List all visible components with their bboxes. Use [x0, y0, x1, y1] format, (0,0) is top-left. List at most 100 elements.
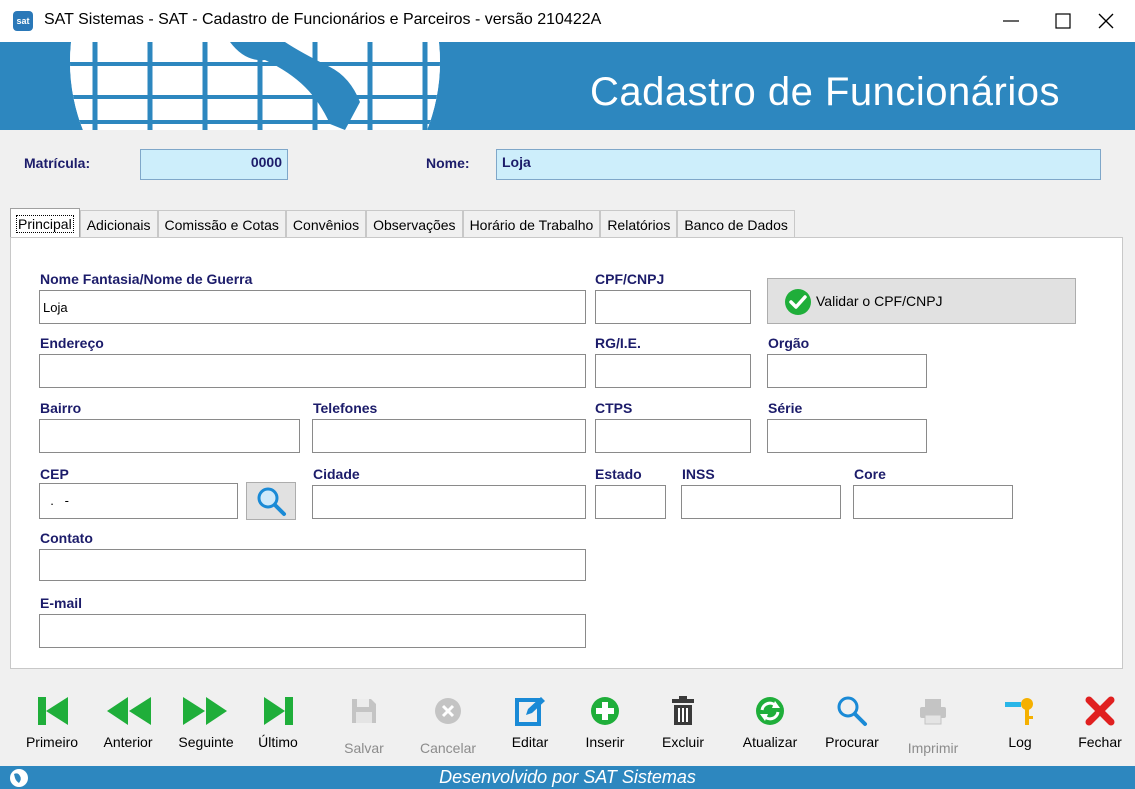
ultimo-button[interactable]: Último — [248, 690, 308, 756]
nome-fantasia-field[interactable]: Loja — [39, 290, 586, 324]
email-field[interactable] — [39, 614, 586, 648]
inss-field[interactable] — [681, 485, 841, 519]
contato-field[interactable] — [39, 549, 586, 581]
inserir-label: Inserir — [585, 734, 625, 750]
last-record-icon — [264, 697, 293, 725]
editar-label: Editar — [511, 734, 549, 750]
endereco-field[interactable] — [39, 354, 586, 388]
contato-label: Contato — [40, 530, 93, 546]
seguinte-label: Seguinte — [178, 734, 234, 750]
nome-fantasia-label: Nome Fantasia/Nome de Guerra — [40, 271, 253, 287]
inss-label: INSS — [682, 466, 715, 482]
imprimir-button[interactable]: Imprimir — [898, 690, 968, 756]
anterior-label: Anterior — [103, 734, 153, 750]
anterior-button[interactable]: Anterior — [90, 690, 166, 756]
magnifier-icon — [257, 487, 286, 516]
tab-banco-de-dados[interactable]: Banco de Dados — [677, 210, 795, 238]
header-banner: Cadastro de Funcionários — [0, 42, 1135, 130]
close-icon — [1098, 13, 1114, 29]
cep-search-button[interactable] — [246, 482, 296, 520]
fechar-label: Fechar — [1078, 734, 1122, 750]
cep-field[interactable]: . - — [39, 483, 238, 519]
minimize-button[interactable] — [985, 0, 1037, 42]
search-icon — [837, 696, 867, 726]
cidade-label: Cidade — [313, 466, 360, 482]
rg-ie-label: RG/I.E. — [595, 335, 641, 351]
refresh-icon — [756, 697, 784, 725]
globe-logo — [70, 42, 440, 130]
nome-field[interactable]: Loja — [496, 149, 1101, 180]
fechar-button[interactable]: Fechar — [1068, 690, 1132, 756]
telefones-field[interactable] — [312, 419, 586, 453]
trash-icon — [672, 696, 694, 725]
seguinte-button[interactable]: Seguinte — [166, 690, 246, 756]
ctps-field[interactable] — [595, 419, 751, 453]
serie-field[interactable] — [767, 419, 927, 453]
excluir-button[interactable]: Excluir — [648, 690, 718, 756]
maximize-icon — [1055, 13, 1071, 29]
tab-adicionais[interactable]: Adicionais — [79, 210, 158, 238]
cpf-cnpj-field[interactable] — [595, 290, 751, 324]
app-icon: sat — [13, 11, 33, 31]
add-icon — [591, 697, 619, 725]
tab-horario-de-trabalho[interactable]: Horário de Trabalho — [462, 210, 601, 238]
matricula-field[interactable]: 0000 — [140, 149, 288, 180]
rg-ie-field[interactable] — [595, 354, 751, 388]
first-record-icon — [38, 697, 68, 725]
next-record-icon — [183, 697, 227, 725]
ultimo-label: Último — [258, 734, 298, 750]
bairro-field[interactable] — [39, 419, 300, 453]
status-bar: Desenvolvido por SAT Sistemas — [0, 766, 1135, 789]
status-text: Desenvolvido por SAT Sistemas — [439, 767, 696, 787]
nome-label: Nome: — [426, 155, 470, 171]
imprimir-label: Imprimir — [907, 740, 959, 756]
previous-record-icon — [107, 697, 151, 725]
ctps-label: CTPS — [595, 400, 633, 416]
matricula-label: Matrícula: — [24, 155, 91, 171]
save-icon — [352, 699, 376, 723]
editar-button[interactable]: Editar — [500, 690, 560, 756]
estado-field[interactable] — [595, 485, 666, 519]
tab-comissao-e-cotas[interactable]: Comissão e Cotas — [157, 210, 286, 238]
minimize-icon — [1003, 20, 1019, 22]
telefones-label: Telefones — [313, 400, 378, 416]
core-field[interactable] — [853, 485, 1013, 519]
tab-principal[interactable]: Principal — [10, 208, 80, 238]
cep-label: CEP — [40, 466, 69, 482]
validate-cpf-cnpj-button[interactable]: Validar o CPF/CNPJ — [767, 278, 1076, 324]
serie-label: Série — [768, 400, 803, 416]
primeiro-button[interactable]: Primeiro — [14, 690, 90, 756]
validate-button-label: Validar o CPF/CNPJ — [816, 293, 943, 309]
tab-bar: Principal Adicionais Comissão e Cotas Co… — [10, 208, 795, 238]
core-label: Core — [854, 466, 886, 482]
atualizar-button[interactable]: Atualizar — [730, 690, 810, 756]
inserir-button[interactable]: Inserir — [570, 690, 640, 756]
orgao-field[interactable] — [767, 354, 927, 388]
orgao-label: Orgão — [768, 335, 810, 351]
cancel-icon — [435, 698, 461, 724]
tab-observacoes[interactable]: Observações — [366, 210, 463, 238]
key-icon — [1005, 698, 1033, 725]
printer-icon — [920, 699, 946, 725]
banner-title: Cadastro de Funcionários — [589, 70, 1060, 114]
tab-convenios[interactable]: Convênios — [285, 210, 367, 238]
salvar-label: Salvar — [344, 740, 384, 756]
check-circle-icon — [785, 289, 811, 315]
close-red-icon — [1085, 696, 1115, 726]
excluir-label: Excluir — [661, 734, 704, 750]
bairro-label: Bairro — [40, 400, 82, 416]
cidade-field[interactable] — [312, 485, 586, 519]
edit-icon — [515, 697, 545, 726]
cancelar-label: Cancelar — [419, 740, 477, 756]
cancelar-button[interactable]: Cancelar — [410, 690, 486, 756]
procurar-button[interactable]: Procurar — [812, 690, 892, 756]
log-button[interactable]: Log — [990, 690, 1050, 756]
log-label: Log — [1008, 734, 1032, 750]
email-label: E-mail — [40, 595, 83, 611]
close-window-button[interactable] — [1080, 0, 1132, 42]
salvar-button[interactable]: Salvar — [334, 690, 394, 756]
tab-relatorios[interactable]: Relatórios — [600, 210, 678, 238]
window-title: SAT Sistemas - SAT - Cadastro de Funcion… — [44, 11, 602, 28]
procurar-label: Procurar — [825, 734, 879, 750]
estado-label: Estado — [595, 466, 642, 482]
